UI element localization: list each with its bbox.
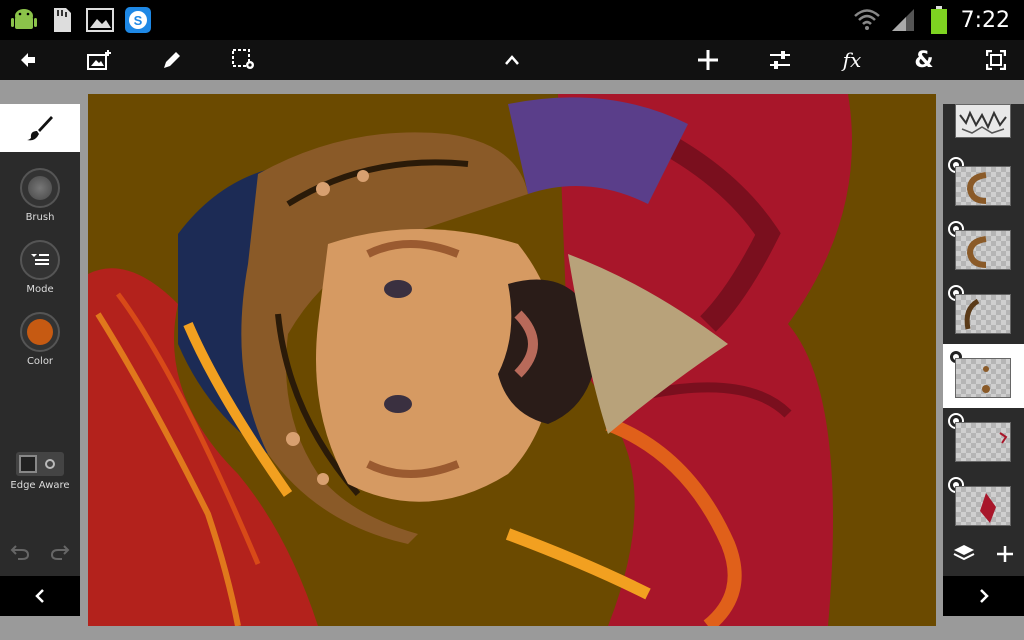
drawing-canvas[interactable] [88, 94, 936, 626]
chevron-up-icon [505, 55, 519, 65]
collapse-right-panel-button[interactable] [943, 576, 1024, 616]
layer-thumbnail [955, 166, 1011, 206]
layer-item[interactable] [943, 216, 1024, 280]
gallery-icon [86, 6, 114, 34]
effects-icon: fx [842, 48, 862, 72]
wifi-icon [853, 6, 881, 34]
signal-icon [889, 6, 917, 34]
brush-label: Brush [25, 212, 55, 223]
brush-tab[interactable] [0, 104, 80, 152]
layer-thumbnail [955, 422, 1011, 462]
layer-thumbnail [955, 294, 1011, 334]
collapse-toolbar-button[interactable] [492, 40, 532, 80]
chevron-left-icon [35, 589, 44, 603]
layer-item[interactable] [943, 152, 1024, 216]
color-swatch-icon [20, 312, 60, 352]
layer-thumbnail [955, 358, 1011, 398]
layer-item-selected[interactable] [943, 344, 1024, 408]
layer-item[interactable] [943, 280, 1024, 344]
mode-label: Mode [26, 284, 54, 295]
android-debug-icon [10, 6, 38, 34]
undo-button[interactable] [10, 543, 30, 565]
redo-icon [50, 545, 70, 560]
layer-item[interactable] [943, 408, 1024, 472]
color-tool[interactable]: Color [0, 312, 80, 376]
brush-size-tool[interactable]: Brush [0, 168, 80, 232]
move-button[interactable] [688, 40, 728, 80]
adjustments-icon [770, 51, 790, 69]
redo-button[interactable] [50, 543, 70, 565]
status-bar: S 7:22 [0, 0, 1024, 40]
edge-aware-toggle[interactable] [16, 452, 64, 476]
toggle-on-dot [45, 459, 55, 469]
clock: 7:22 [960, 7, 1010, 33]
mode-list-icon [20, 240, 60, 280]
layer-thumbnail [955, 230, 1011, 270]
brush-icon [27, 116, 53, 141]
edge-aware-label: Edge Aware [10, 480, 70, 491]
layer-thumbnail [955, 486, 1011, 526]
selection-button[interactable] [224, 40, 264, 80]
color-label: Color [26, 356, 54, 367]
mode-tool[interactable]: Mode [0, 240, 80, 304]
fit-screen-button[interactable] [976, 40, 1016, 80]
collapse-left-panel-button[interactable] [0, 576, 80, 616]
layer-item[interactable] [943, 472, 1024, 536]
painting-artwork [88, 94, 936, 626]
back-button[interactable] [8, 40, 48, 80]
add-layer-button[interactable] [996, 545, 1014, 567]
plus-icon [996, 546, 1013, 562]
layers-stack-icon [953, 545, 975, 561]
layer-thumbnail [955, 104, 1011, 138]
back-arrow-icon [21, 53, 35, 67]
layer-actions [943, 540, 1024, 572]
brush-size-icon [20, 168, 60, 208]
effects-button[interactable]: fx [832, 40, 872, 80]
svg-text:S: S [134, 13, 143, 28]
battery-icon [925, 6, 953, 34]
layers-panel [943, 104, 1024, 616]
sd-card-icon [48, 6, 76, 34]
pencil-icon [164, 52, 180, 68]
add-image-layer-icon [87, 50, 111, 70]
move-icon [698, 50, 718, 70]
undo-redo-row [0, 536, 80, 572]
combine-icon: & [914, 47, 934, 73]
skype-icon: S [124, 6, 152, 34]
toggle-off-box [19, 455, 37, 473]
adjustments-button[interactable] [760, 40, 800, 80]
undo-icon [10, 545, 30, 560]
layers-button[interactable] [953, 544, 975, 568]
combine-button[interactable]: & [904, 40, 944, 80]
fit-screen-icon [986, 50, 1006, 70]
chevron-right-icon [979, 589, 989, 603]
brush-tool-panel: Brush Mode Color Edge Aware [0, 104, 80, 616]
add-image-layer-button[interactable] [80, 40, 120, 80]
selection-settings-icon [232, 49, 254, 69]
main-toolbar: fx & [0, 40, 1024, 80]
draw-button[interactable] [152, 40, 192, 80]
